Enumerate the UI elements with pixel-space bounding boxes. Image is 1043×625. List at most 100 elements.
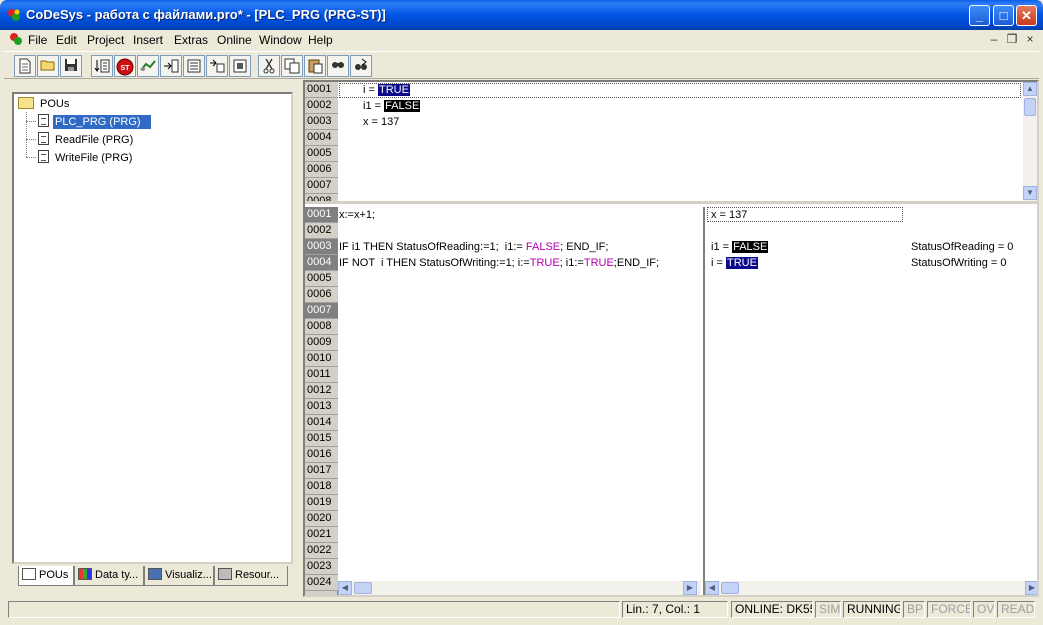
save-button[interactable] [60, 55, 82, 77]
menu-project[interactable]: Project [87, 33, 124, 47]
line-number[interactable]: 0005 [305, 271, 338, 287]
paste-button[interactable] [304, 55, 326, 77]
tab-data-types[interactable]: Data ty... [74, 566, 144, 586]
mdi-close-button[interactable]: × [1022, 32, 1038, 46]
find-next-button[interactable] [350, 55, 372, 77]
open-icon [40, 60, 55, 71]
mdi-restore-button[interactable]: ❐ [1004, 32, 1020, 46]
scroll-thumb[interactable] [1024, 98, 1036, 116]
menu-online[interactable]: Online [217, 33, 252, 47]
line-number[interactable]: 0012 [305, 383, 338, 399]
step-over-button[interactable] [160, 55, 182, 77]
build-button[interactable] [91, 55, 113, 77]
line-number[interactable]: 0006 [305, 287, 338, 303]
line-number[interactable]: 0019 [305, 495, 338, 511]
run-button[interactable] [137, 55, 159, 77]
menu-insert[interactable]: Insert [133, 33, 163, 47]
breakpoint-button[interactable] [229, 55, 251, 77]
status-ov: OV [973, 601, 995, 618]
line-number[interactable]: 0008 [305, 319, 338, 335]
line-number[interactable]: 0011 [305, 367, 338, 383]
scroll-left-button[interactable]: ◀ [705, 581, 719, 595]
scroll-up-button[interactable]: ▲ [1023, 82, 1037, 96]
close-button[interactable]: ✕ [1016, 5, 1037, 26]
code-line-3[interactable]: IF i1 THEN StatusOfReading:=1; i1:= FALS… [339, 240, 608, 255]
line-number[interactable]: 0023 [305, 559, 338, 575]
line-number[interactable]: 0020 [305, 511, 338, 527]
code-body-pane[interactable]: 0001 0002 0003 0004 0005 0006 0007 0008 0009 0010… [305, 207, 701, 595]
find-next-icon [355, 58, 367, 70]
tree-item-readfile[interactable]: ReadFile (PRG) [38, 132, 135, 146]
tree-root-pous[interactable]: POUs [18, 97, 71, 110]
line-number[interactable]: 0014 [305, 415, 338, 431]
tree-item-plc-prg[interactable]: PLC_PRG (PRG) [38, 114, 151, 129]
var-value: TRUE [377, 84, 410, 96]
line-number[interactable]: 0003 [305, 239, 338, 255]
maximize-button[interactable]: □ [993, 5, 1014, 26]
scroll-down-button[interactable]: ▼ [1023, 186, 1037, 200]
declaration-pane[interactable]: 0001 0002 0003 0004 0005 0006 0007 0008 … [305, 82, 1037, 204]
line-number[interactable]: 0021 [305, 527, 338, 543]
menu-window[interactable]: Window [259, 33, 302, 47]
mdi-minimize-button[interactable]: – [986, 32, 1002, 46]
line-number[interactable]: 0007 [305, 303, 338, 319]
scroll-left-button[interactable]: ◀ [338, 581, 352, 595]
line-number: 0008 [305, 194, 338, 201]
scroll-thumb[interactable] [721, 582, 739, 594]
minimize-button[interactable]: _ [969, 5, 990, 26]
tab-resources[interactable]: Resour... [214, 566, 288, 586]
find-button[interactable] [327, 55, 349, 77]
folder-open-icon [18, 97, 34, 109]
stop-icon-label: ST [121, 65, 131, 72]
line-number[interactable]: 0024 [305, 575, 338, 591]
bool-literal: FALSE [525, 241, 561, 253]
scroll-right-button[interactable]: ▶ [683, 581, 697, 595]
menu-edit[interactable]: Edit [56, 33, 77, 47]
code-text: ; i1:= [559, 257, 584, 269]
title-bar[interactable]: CoDeSys - работа с файлами.pro* - [PLC_P… [0, 0, 1043, 30]
tab-pous[interactable]: POUs [18, 566, 74, 586]
scroll-right-button[interactable]: ▶ [1025, 581, 1037, 595]
scroll-thumb[interactable] [354, 582, 372, 594]
step-over-icon [164, 59, 179, 73]
line-number: 0001 [305, 82, 338, 98]
step-in-button[interactable] [183, 55, 205, 77]
menu-file[interactable]: File [28, 33, 47, 47]
menu-extras[interactable]: Extras [174, 33, 208, 47]
line-number[interactable]: 0010 [305, 351, 338, 367]
line-number[interactable]: 0022 [305, 543, 338, 559]
line-number[interactable]: 0018 [305, 479, 338, 495]
code-line-4[interactable]: IF NOT i THEN StatusOfWriting:=1; i:=TRU… [339, 256, 659, 271]
tree-item-writefile[interactable]: WriteFile (PRG) [38, 150, 134, 164]
tab-visualizations[interactable]: Visualiz... [144, 566, 214, 586]
line-number[interactable]: 0013 [305, 399, 338, 415]
line-number[interactable]: 0004 [305, 255, 338, 271]
line-number[interactable]: 0001 [305, 207, 338, 223]
body-line-gutter: 0001 0002 0003 0004 0005 0006 0007 0008 0009 0010… [305, 207, 338, 595]
copy-button[interactable] [281, 55, 303, 77]
line-number[interactable]: 0009 [305, 335, 338, 351]
line-number[interactable]: 0016 [305, 447, 338, 463]
stop-button[interactable]: ST [114, 55, 136, 77]
document-window-icon[interactable] [8, 31, 24, 47]
line-number: 0007 [305, 178, 338, 194]
line-number[interactable]: 0002 [305, 223, 338, 239]
monitoring-pane[interactable]: x = 137 i1 = FALSE StatusOfReading = 0 i… [703, 207, 1037, 595]
open-button[interactable] [37, 55, 59, 77]
code-line-1[interactable]: x:=x+1; [339, 208, 375, 223]
single-cycle-button[interactable] [206, 55, 228, 77]
new-button[interactable] [14, 55, 36, 77]
monitor-horizontal-scrollbar[interactable]: ◀ ▶ [705, 581, 1037, 595]
line-number[interactable]: 0017 [305, 463, 338, 479]
object-organizer[interactable]: POUs PLC_PRG (PRG) ReadFile (PRG) WriteF… [12, 92, 293, 564]
line-number[interactable]: 0015 [305, 431, 338, 447]
pous-tab-icon [22, 568, 36, 580]
cut-button[interactable] [258, 55, 280, 77]
decl-var-x[interactable]: x = 137 [363, 115, 399, 130]
declaration-vertical-scrollbar[interactable]: ▲ ▼ [1023, 82, 1037, 201]
decl-var-i[interactable]: i = TRUE [363, 83, 410, 98]
body-horizontal-scrollbar[interactable]: ◀ ▶ [338, 581, 701, 595]
decl-var-i1[interactable]: i1 = FALSE [363, 99, 421, 114]
var-name: i = [363, 84, 378, 96]
menu-help[interactable]: Help [308, 33, 333, 47]
